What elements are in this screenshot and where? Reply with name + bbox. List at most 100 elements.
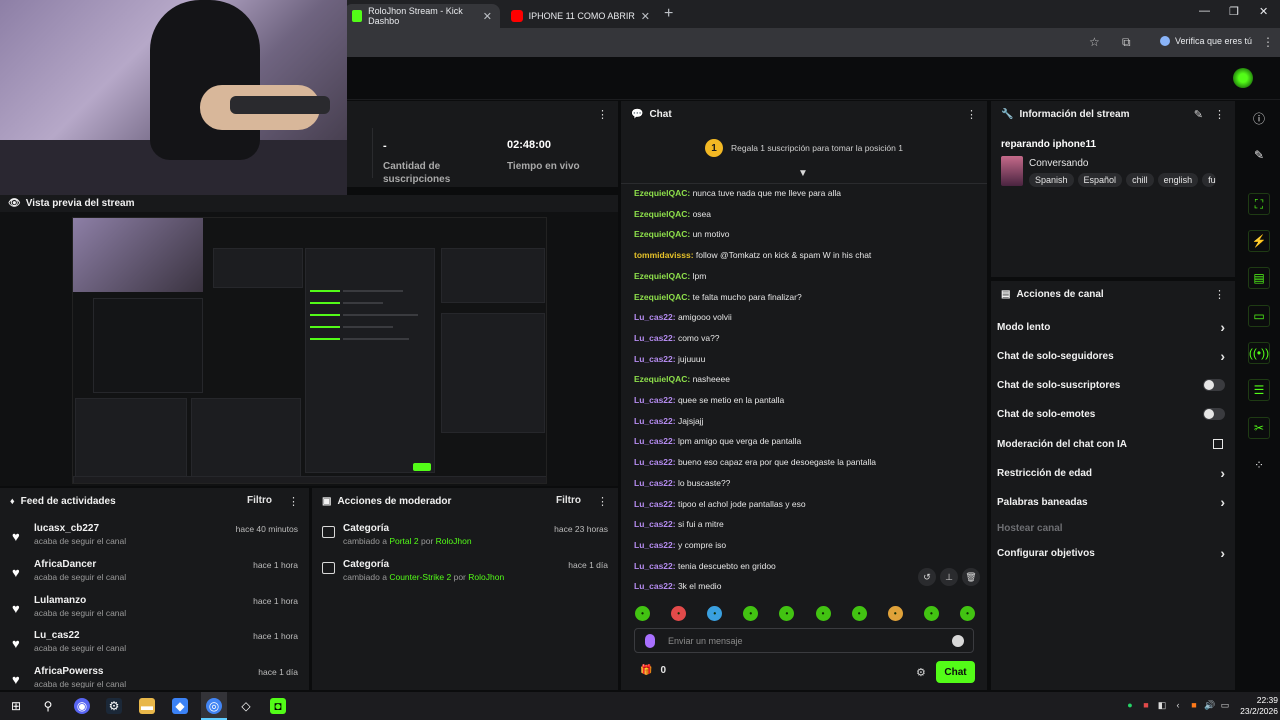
- chat-username[interactable]: Lu_cas22: [634, 499, 673, 509]
- chat-username[interactable]: Lu_cas22: [634, 436, 673, 446]
- delete-icon[interactable]: 🗑: [962, 568, 980, 586]
- tab-youtube[interactable]: IPHONE 11 COMO ABRIR E TRO ✕: [503, 4, 658, 28]
- minimize-icon[interactable]: —: [1199, 5, 1210, 17]
- emote-icon[interactable]: •: [959, 606, 975, 621]
- chrome-icon[interactable]: ◎: [206, 698, 222, 714]
- collapse-arrow-icon[interactable]: ▼: [798, 168, 808, 179]
- feed-username[interactable]: lucasx_cb227: [34, 523, 99, 534]
- chat-username[interactable]: EzequielQAC: [634, 271, 687, 281]
- kebab-menu-icon[interactable]: ⋮: [1214, 288, 1225, 301]
- emote-icon[interactable]: •: [815, 606, 831, 621]
- tray-app-icon[interactable]: ■: [1189, 700, 1199, 710]
- gift-leaderboard-banner[interactable]: 1 Regala 1 suscripción para tomar la pos…: [621, 136, 987, 160]
- tag-chip[interactable]: chill: [1126, 173, 1154, 187]
- chat-icon[interactable]: ▭: [1248, 305, 1270, 327]
- chat-username[interactable]: Lu_cas22: [634, 416, 673, 426]
- chat-username[interactable]: EzequielQAC: [634, 374, 687, 384]
- mod-action-target[interactable]: Portal 2: [389, 536, 418, 546]
- list-icon[interactable]: ☰: [1248, 379, 1270, 401]
- gift-counter[interactable]: 🎁 0: [640, 665, 666, 676]
- whatsapp-tray-icon[interactable]: ●: [1125, 700, 1135, 710]
- slow-mode-item[interactable]: Modo lento ›: [997, 319, 1229, 339]
- widgets-icon[interactable]: ⁘: [1248, 454, 1270, 476]
- edit-icon[interactable]: ✎: [1248, 144, 1270, 166]
- pin-icon[interactable]: ⊥: [940, 568, 958, 586]
- lightning-icon[interactable]: ⚡: [1248, 230, 1270, 252]
- steam-icon[interactable]: ⚙: [106, 698, 122, 714]
- chat-settings-gear-icon[interactable]: ⚙: [916, 666, 926, 679]
- feed-username[interactable]: AfricaDancer: [34, 559, 96, 570]
- broadcast-icon[interactable]: ((•)): [1248, 342, 1270, 364]
- emote-icon[interactable]: •: [743, 606, 759, 621]
- feed-filter-button[interactable]: Filtro: [247, 495, 272, 506]
- extensions-icon[interactable]: ⧉: [1122, 35, 1131, 50]
- microphone-icon[interactable]: [645, 634, 655, 648]
- windows-start-icon[interactable]: ⊞: [8, 698, 24, 714]
- info-icon[interactable]: ⓘ: [1248, 107, 1270, 129]
- tag-chip[interactable]: english: [1157, 173, 1199, 187]
- age-restriction-item[interactable]: Restricción de edad ›: [997, 465, 1229, 485]
- feed-username[interactable]: AfricaPowerss: [34, 666, 103, 677]
- feed-username[interactable]: Lulamanzo: [34, 595, 86, 606]
- profile-chip[interactable]: Verifica que eres tú: [1160, 36, 1252, 46]
- configure-goals-item[interactable]: Configurar objetivos ›: [997, 545, 1229, 565]
- reply-icon[interactable]: ↺: [918, 568, 936, 586]
- clipboard-icon[interactable]: ▤: [1248, 267, 1270, 289]
- kebab-menu-icon[interactable]: ⋮: [597, 108, 608, 121]
- kebab-menu-icon[interactable]: ⋮: [288, 495, 299, 508]
- chat-username[interactable]: Lu_cas22: [634, 519, 673, 529]
- fullscreen-icon[interactable]: ⛶: [1248, 193, 1270, 215]
- emote-icon[interactable]: •: [671, 606, 687, 621]
- emote-icon[interactable]: •: [779, 606, 795, 621]
- new-tab-icon[interactable]: +: [664, 5, 673, 23]
- chat-username[interactable]: EzequielQAC: [634, 229, 687, 239]
- volume-icon[interactable]: 🔊: [1204, 700, 1215, 710]
- chat-username[interactable]: EzequielQAC: [634, 188, 687, 198]
- chat-username[interactable]: Lu_cas22: [634, 581, 673, 591]
- send-chat-button[interactable]: Chat: [936, 661, 975, 683]
- tab-kick-dashboard[interactable]: RoloJhon Stream - Kick Dashbo ✕: [344, 4, 500, 28]
- mod-action-user[interactable]: RoloJhon: [468, 572, 504, 582]
- emote-icon[interactable]: •: [923, 606, 939, 621]
- chat-username[interactable]: Lu_cas22: [634, 395, 673, 405]
- tray-app-icon[interactable]: ◧: [1157, 700, 1167, 710]
- chat-username[interactable]: Lu_cas22: [634, 561, 673, 571]
- kebab-menu-icon[interactable]: ⋮: [966, 108, 977, 121]
- emote-icon[interactable]: •: [851, 606, 867, 621]
- close-window-icon[interactable]: ✕: [1259, 5, 1268, 18]
- emote-icon[interactable]: •: [707, 606, 723, 621]
- chat-username[interactable]: Lu_cas22: [634, 354, 673, 364]
- tag-chip[interactable]: fu: [1202, 173, 1216, 187]
- file-explorer-icon[interactable]: ▬: [139, 698, 155, 714]
- emote-icon[interactable]: •: [887, 606, 903, 621]
- browser-menu-icon[interactable]: ⋮: [1262, 35, 1274, 49]
- kebab-menu-icon[interactable]: ⋮: [1214, 108, 1225, 121]
- tag-chip[interactable]: Español: [1077, 173, 1123, 187]
- chat-username[interactable]: Lu_cas22: [634, 540, 673, 550]
- emote-icon[interactable]: •: [635, 606, 650, 621]
- network-icon[interactable]: ▭: [1220, 700, 1230, 710]
- tools-icon[interactable]: ✂: [1248, 417, 1270, 439]
- mod-filter-button[interactable]: Filtro: [556, 495, 581, 506]
- system-clock[interactable]: 22:39 23/2/2026: [1232, 695, 1278, 717]
- kick-app-icon[interactable]: ◘: [270, 698, 286, 714]
- chat-username[interactable]: Lu_cas22: [634, 457, 673, 467]
- mod-action-target[interactable]: Counter-Strike 2: [389, 572, 451, 582]
- emotes-only-toggle[interactable]: [1203, 408, 1225, 420]
- kebab-menu-icon[interactable]: ⋮: [597, 495, 608, 508]
- chat-username[interactable]: EzequielQAC: [634, 292, 687, 302]
- close-icon[interactable]: ✕: [641, 10, 650, 23]
- banned-words-item[interactable]: Palabras baneadas ›: [997, 494, 1229, 514]
- emoji-picker-icon[interactable]: [952, 635, 964, 647]
- chat-username[interactable]: EzequielQAC: [634, 209, 687, 219]
- app-icon[interactable]: ◇: [238, 698, 254, 714]
- feed-username[interactable]: Lu_cas22: [34, 630, 80, 641]
- chat-username[interactable]: tommidavisss: [634, 250, 691, 260]
- tray-app-icon[interactable]: ‹: [1173, 700, 1183, 710]
- mod-action-user[interactable]: RoloJhon: [436, 536, 472, 546]
- chat-username[interactable]: Lu_cas22: [634, 478, 673, 488]
- tray-app-icon[interactable]: ■: [1141, 700, 1151, 710]
- copilot-icon[interactable]: ◆: [172, 698, 188, 714]
- tag-chip[interactable]: Spanish: [1029, 173, 1074, 187]
- subscribers-only-toggle[interactable]: [1203, 379, 1225, 391]
